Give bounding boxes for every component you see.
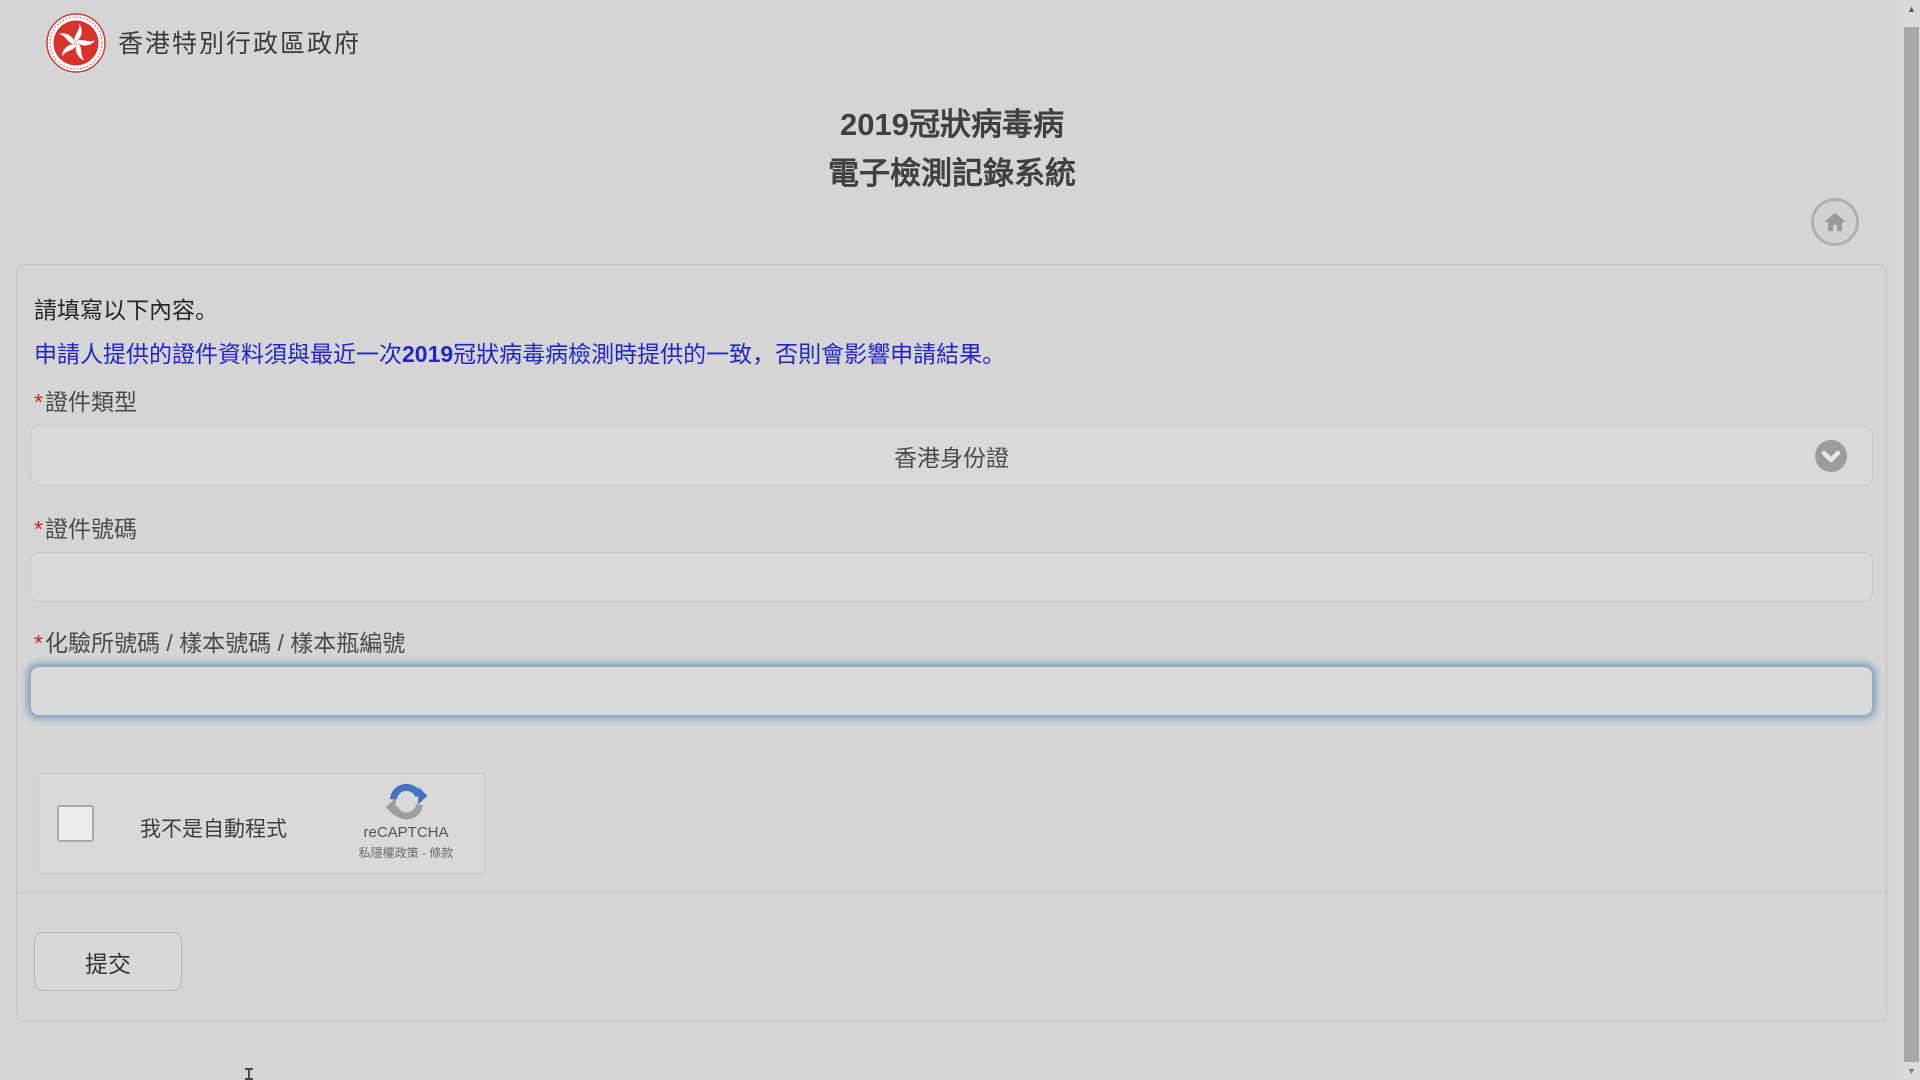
- divider: [17, 892, 1886, 893]
- notice-suffix: 冠狀病毒病檢測時提供的一致，否則會影響申請結果。: [453, 341, 1005, 367]
- scroll-up-arrow-icon[interactable]: ▲: [1903, 2, 1920, 16]
- doc-type-select[interactable]: 香港身份證: [30, 425, 1873, 486]
- recaptcha-checkbox-label: 我不是自動程式: [140, 813, 287, 843]
- hksar-emblem-icon: [46, 13, 106, 73]
- doc-type-label: *證件類型: [34, 383, 137, 417]
- required-mark: *: [34, 630, 43, 656]
- recaptcha-terms-link[interactable]: 私隱權政策 - 條款: [346, 844, 466, 861]
- doc-number-label: *證件號碼: [34, 510, 137, 544]
- scrollbar-thumb[interactable]: [1904, 27, 1919, 1062]
- doc-type-selected-value: 香港身份證: [894, 439, 1009, 473]
- doc-type-label-text: 證件類型: [45, 389, 137, 415]
- recaptcha-logo-icon: [384, 781, 429, 823]
- doc-number-input[interactable]: [30, 552, 1873, 602]
- page-background: 香港特別行政區政府 2019冠狀病毒病 電子檢測記錄系統 請填寫以下內容。 申請…: [0, 0, 1920, 1080]
- lab-number-label: *化驗所號碼 / 樣本號碼 / 樣本瓶編號: [34, 624, 405, 658]
- submit-button[interactable]: 提交: [34, 932, 182, 991]
- recaptcha-brand-name: reCAPTCHA: [346, 824, 466, 841]
- home-icon: [1822, 209, 1848, 235]
- vertical-scrollbar[interactable]: ▲ ▼: [1903, 0, 1920, 1080]
- recaptcha-brand-block: reCAPTCHA 私隱權政策 - 條款: [346, 781, 466, 861]
- recaptcha-checkbox[interactable]: [57, 805, 94, 842]
- page-title: 2019冠狀病毒病 電子檢測記錄系統: [0, 100, 1904, 198]
- chevron-down-icon: [1814, 439, 1848, 473]
- form-intro: 請填寫以下內容。: [34, 291, 218, 325]
- required-mark: *: [34, 516, 43, 542]
- form-card: 請填寫以下內容。 申請人提供的證件資料須與最近一次2019冠狀病毒病檢測時提供的…: [16, 264, 1887, 1022]
- page-title-line1: 2019冠狀病毒病: [0, 100, 1904, 149]
- home-button[interactable]: [1811, 198, 1859, 246]
- page-title-line2: 電子檢測記錄系統: [0, 149, 1904, 198]
- notice-bold: 2019: [402, 341, 453, 367]
- gov-name: 香港特別行政區政府: [118, 24, 361, 60]
- scroll-down-arrow-icon[interactable]: ▼: [1903, 1064, 1920, 1078]
- lab-number-label-text: 化驗所號碼 / 樣本號碼 / 樣本瓶編號: [45, 630, 405, 656]
- lab-number-input[interactable]: [30, 666, 1873, 716]
- required-mark: *: [34, 389, 43, 415]
- recaptcha-widget: 我不是自動程式 reCAPTCHA 私隱權政策 - 條款: [38, 773, 485, 874]
- text-cursor: [248, 1068, 250, 1080]
- notice-prefix: 申請人提供的證件資料須與最近一次: [34, 341, 402, 367]
- doc-number-label-text: 證件號碼: [45, 516, 137, 542]
- form-notice: 申請人提供的證件資料須與最近一次2019冠狀病毒病檢測時提供的一致，否則會影響申…: [34, 335, 1005, 369]
